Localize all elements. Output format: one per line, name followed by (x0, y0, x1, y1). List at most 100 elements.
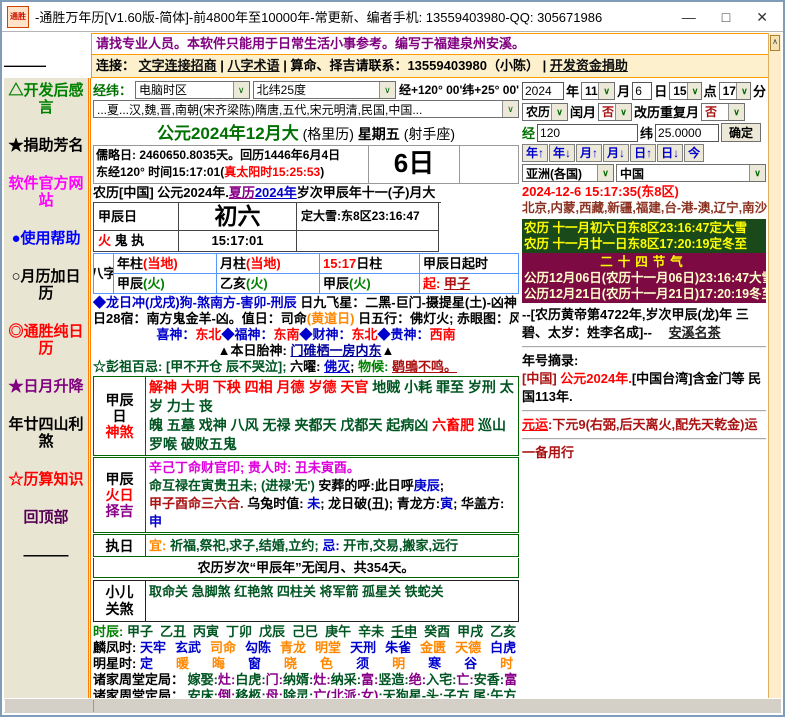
child-gates-table: 小儿 关煞 取命关 急脚煞 红艳煞 四柱关 将军箭 孤星关 铁蛇关 (93, 580, 519, 622)
auspicious-line-2: 命互禄在寅贵丑未; (进禄'无') 安葬的呼:此日呼庚辰; (149, 477, 515, 495)
minute-select[interactable]: 17∨ (719, 82, 751, 100)
calendar-name: (格里历) (303, 126, 354, 142)
today-button[interactable]: 今 (684, 144, 704, 162)
era-digest-content: [中国] 公元2024年.[中国台湾]含金门等 民国113年. (522, 370, 766, 406)
year-input[interactable] (522, 82, 564, 100)
title-bar: 通胜 -通胜万年历[V1.60版-简体]-前4800年至10000年-常更新、编… (2, 2, 783, 32)
mingxing-label: 明星时: (93, 656, 136, 671)
scroll-up-icon[interactable]: ∧ (770, 35, 780, 51)
backup-line: 一备用行 (522, 444, 766, 462)
child-gates-label-2: 关煞 (106, 601, 134, 618)
month-select[interactable]: 11∨ (581, 82, 615, 100)
bazi-header-hour: 甲辰日起时 (420, 254, 519, 274)
child-gates-label-1: 小儿 (106, 584, 134, 601)
sidebar-item-website[interactable]: 软件官方网站 (4, 175, 88, 209)
sidebar-item-back-to-top[interactable]: 回顶部 (4, 509, 88, 526)
day-down-button[interactable]: 日↓ (657, 144, 683, 162)
current-datetime: 2024-12-6 15:17:35(东8区) (522, 184, 766, 200)
maximize-button[interactable]: □ (722, 7, 730, 27)
country-select[interactable]: 中国∨ (616, 164, 766, 182)
tea-link[interactable]: 安溪名茶 (669, 325, 721, 340)
zodiac: (射手座) (404, 126, 455, 142)
minimize-button[interactable]: — (682, 7, 696, 27)
notice-text: 请找专业人员。本软件只能用于日常生活小事参考。编写于福建泉州安溪。 (91, 33, 769, 55)
zhoutang-row-1: 诸家周堂定局： 嫁娶:灶:白虎:门:纳婿:灶:纳采:富:竖造:绝:入宅:亡:安香… (93, 672, 519, 688)
lunar-day-big: 初六 (179, 203, 297, 231)
date-controls: 年 11∨ 月 日 15∨ 点 17∨ 分 (522, 81, 766, 100)
lunar-options: 农历∨ 闰月 否∨ 改历重复月 否∨ (522, 102, 766, 121)
app-icon: 通胜 (7, 6, 29, 28)
year-down-button[interactable]: 年↓ (549, 144, 575, 162)
latitude-select[interactable]: 北纬25度∨ (253, 81, 396, 99)
timezone-select[interactable]: 电脑时区 ∨ (135, 81, 250, 99)
duty-day-row: 执日 宜: 祈福,祭祀,求子,结婚,立约; 忌: 开市,交易,搬家,远行 (93, 534, 519, 557)
month-up-button[interactable]: 月↑ (576, 144, 602, 162)
dup-month-select[interactable]: 否∨ (701, 103, 745, 121)
solar-term-line-2: 农历 十一月廿一日东8区17:20:19定冬至 (524, 236, 764, 252)
hours-values: 甲子乙丑丙寅丁卯戊辰己巳庚午辛未壬申癸酉甲戌乙亥 (127, 624, 519, 639)
empty-cell (460, 146, 518, 183)
chevron-down-icon: ∨ (233, 82, 249, 98)
day-input[interactable] (632, 82, 652, 100)
leap-select[interactable]: 否∨ (598, 103, 632, 121)
julian-info-box: 儒略日: 2460650.8035天。回历1446年6月4日 东经120° 时间… (93, 145, 519, 184)
sidebar-item-sun-moon[interactable]: ★日月升降 (4, 378, 88, 395)
sidebar-item-help[interactable]: ●使用帮助 (4, 230, 88, 247)
bazi-label: 八字 (94, 254, 114, 294)
day-gods-label-1: 甲辰 (106, 392, 134, 408)
era-select[interactable]: ...夏...汉,魏,晋,南朝(宋齐梁陈)隋唐,五代,宋元明清,民国,中国...… (93, 100, 519, 118)
links-row: 连接： 文字连接招商 | 八字术语 | 算命、择吉请联系：13559403980… (91, 55, 769, 78)
sidebar-item-donors[interactable]: ★捐助芳名 (4, 137, 88, 154)
sidebar-item-knowledge[interactable]: ☆历算知识 (4, 471, 88, 488)
close-button[interactable]: ✕ (756, 7, 768, 27)
day-attrs: 火 鬼 执 (94, 231, 179, 252)
bazi-year-pillar: 甲辰(火) (114, 274, 217, 294)
sidebar-dashes: ——— (4, 547, 88, 564)
jieqi-line-1: 公历12月06日(农历十一月06日)23:16:47大雪 (524, 270, 764, 286)
zhoutang-content-1: 嫁娶:灶:白虎:门:纳婿:灶:纳采:富:竖造:绝:入宅:亡:安香:富 (188, 672, 517, 687)
julian-day-line: 儒略日: 2460650.8035天。回历1446年6月4日 (96, 147, 366, 164)
weekday: 星期五 (358, 126, 400, 142)
lunar-mansion-line: 日28宿：南方鬼金羊-凶。值日：司命(黄道日) 日五行：佛灯火; 赤眼图：风火 (93, 311, 519, 327)
window-title: -通胜万年历[V1.60版-简体]-前4800年至10000年-常更新、编者手机… (35, 7, 676, 26)
day-gods-label-2: 日 (113, 408, 127, 424)
day-gods-label: 甲辰 日 神煞 (94, 377, 146, 455)
link-text-ads[interactable]: 文字连接招商 (139, 58, 217, 73)
lunar-select[interactable]: 农历∨ (522, 103, 568, 121)
empty-cell (297, 231, 439, 252)
divider (522, 410, 766, 412)
confirm-button[interactable]: 确定 (721, 123, 761, 142)
day-gods-body: 解神 大明 下秧 四相 月德 岁德 天官 地贼 小耗 罪至 岁刑 太岁 力士 丧… (146, 377, 518, 455)
day-up-button[interactable]: 日↑ (630, 144, 656, 162)
day-label: 日 (654, 81, 667, 100)
link-separator: | (543, 58, 547, 73)
auspicious-label-1: 甲辰 (106, 471, 134, 487)
month-down-button[interactable]: 月↓ (603, 144, 629, 162)
chevron-down-icon: ∨ (728, 104, 744, 120)
auspicious-body: 辛己丁命财官印; 贵人时: 丑未寅酉。 命互禄在寅贵丑未; (进禄'无') 安葬… (146, 458, 518, 532)
latitude-input[interactable] (655, 124, 719, 142)
dragon-clash-line: ◆龙日冲(戊戌)狗-煞南方-害卯-刑辰 日九飞星：二黑-巨门-摄提星(土)-凶神 (93, 295, 519, 311)
sidebar-item-dev-notes[interactable]: △开发后感言 (4, 82, 88, 116)
year-up-button[interactable]: 年↑ (522, 144, 548, 162)
sidebar-item-month-cal[interactable]: ○月历加日历 (4, 268, 88, 302)
sidebar-item-pure-cal[interactable]: ◎通胜纯日历 (4, 323, 88, 357)
bazi-day-pillar: 甲辰(火) (320, 274, 420, 294)
auspicious-label-3: 择吉 (106, 503, 134, 519)
link-bazi-terms[interactable]: 八字术语 (228, 58, 280, 73)
longitude-input[interactable] (537, 124, 638, 142)
bazi-table: 八字 年柱(当地) 月柱(当地) 15:17日柱 甲辰日起时 甲辰(火) 乙亥(… (93, 253, 519, 294)
vertical-scrollbar[interactable]: ∧ (768, 33, 781, 699)
sidebar-item-24-mountain[interactable]: 年廿四山利煞 (4, 416, 88, 450)
link-donate[interactable]: 开发资金捐助 (550, 58, 628, 73)
bazi-header-day: 15:17日柱 (320, 254, 420, 274)
app-window: 通胜 -通胜万年历[V1.60版-简体]-前4800年至10000年-常更新、编… (0, 0, 785, 717)
minute-label: 分 (753, 81, 766, 100)
bazi-month-pillar: 乙亥(火) (217, 274, 320, 294)
hour-select[interactable]: 15∨ (669, 82, 701, 100)
continent-select[interactable]: 亚洲(各国)∨ (522, 164, 614, 182)
day-pillar-table: 甲辰日 初六 定大雪:东8区23:16:47 火 鬼 执 15:17:01 (93, 202, 441, 252)
timezone-value: 电脑时区 (139, 81, 187, 98)
lunar-year-line: 农历[中国] 公元2024年.夏历2024年岁次甲辰年十一(子)月大 (93, 185, 519, 201)
gregorian-date: 公元2024年12月大 (157, 124, 299, 143)
